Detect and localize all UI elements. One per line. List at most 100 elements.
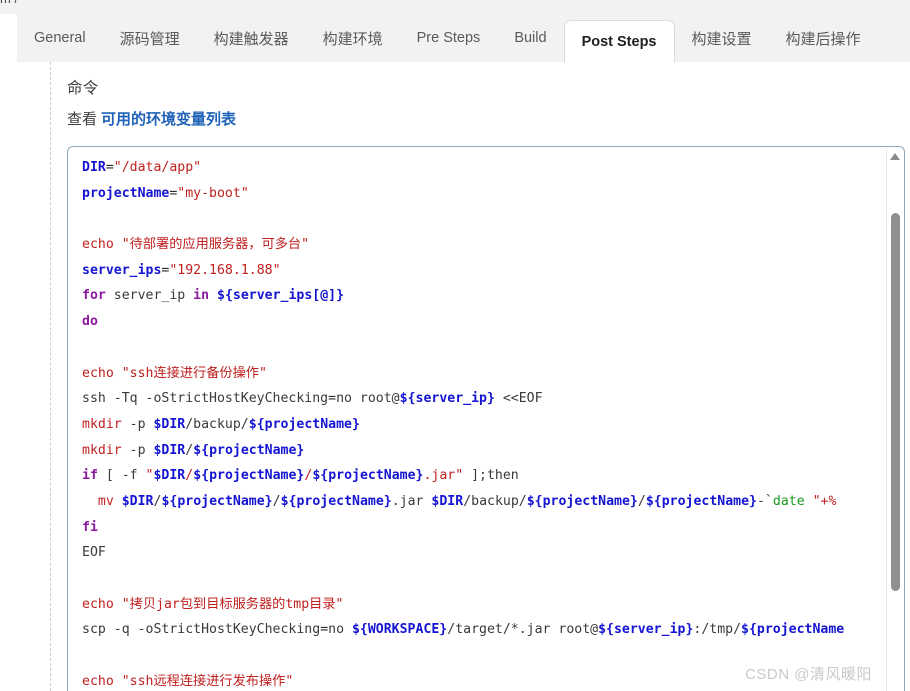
code-token-plain: -p [121, 442, 154, 458]
code-line: mv $DIR/${projectName}/${projectName}.ja… [82, 489, 888, 515]
tab-list: General 源码管理 构建触发器 构建环境 Pre Steps Build Post S… [17, 14, 878, 63]
jenkins-job-config-screen: m / General 源码管理 构建触发器 构建环境 Pre Steps Build Po… [0, 0, 910, 691]
tab-4[interactable]: Pre Steps [400, 14, 498, 62]
code-line: projectName="my-boot" [82, 181, 888, 207]
code-token-kw: if [82, 468, 98, 484]
code-token-var: ${projectName} [161, 493, 273, 509]
tab-2[interactable]: 构建触发器 [197, 14, 306, 62]
scrollbar-thumb[interactable] [891, 213, 900, 591]
code-token-var: ${WORKSPACE} [351, 622, 448, 638]
code-token-plain: ];then [463, 468, 519, 484]
code-line: mkdir -p $DIR/${projectName} [82, 438, 888, 464]
code-token-var: server_ips [82, 262, 162, 278]
code-token-plain: <<EOF [494, 391, 543, 407]
code-token-var: ${projectName} [193, 468, 305, 484]
code-token-op: = [320, 622, 329, 638]
code-token-cmd: echo [82, 237, 114, 253]
tab-label: Post Steps [581, 33, 657, 50]
command-form-section: 命令 查看 可用的环境变量列表 DIR="/data/app" projectNam… [67, 62, 910, 691]
tab-7[interactable]: 构建设置 [675, 14, 769, 62]
code-token-kw: in [193, 288, 210, 304]
code-token-plain: EOF [82, 545, 106, 561]
code-token-plain: / [185, 442, 194, 458]
help-prefix-text: 查看 [67, 111, 98, 128]
tab-label: Build [514, 30, 547, 46]
tab-0[interactable]: General [17, 14, 103, 62]
tab-active-6[interactable]: Post Steps [563, 20, 675, 63]
code-token-kw: do [82, 314, 98, 330]
code-token-var: ${projectName} [526, 493, 638, 509]
code-token-var: DIR [82, 160, 106, 175]
code-token-plain: no root@ [336, 391, 400, 407]
content-left-gutter [0, 62, 17, 691]
code-token-plain: /backup/ [463, 493, 527, 509]
code-line: scp -q -oStrictHostKeyChecking=no ${WORK… [82, 617, 888, 643]
code-token-plain: ssh -Tq -oStrictHostKeyChecking [82, 391, 329, 407]
code-token-var: projectName [82, 185, 170, 201]
tab-8[interactable]: 构建后操作 [769, 14, 878, 62]
code-token-plain: server_ip [105, 288, 194, 304]
tab-3[interactable]: 构建环境 [306, 14, 400, 62]
code-token-plain: -` [756, 493, 773, 509]
code-token-var: ${projectName} [248, 416, 360, 432]
code-line: do [82, 309, 888, 335]
code-line: EOF [82, 540, 888, 566]
code-line: DIR="/data/app" [82, 155, 888, 181]
code-token-plain: /target/*.jar root@ [447, 622, 599, 638]
code-token-plain: / [637, 493, 646, 509]
tab-label: 构建设置 [691, 30, 752, 48]
tab-label: 构建后操作 [785, 30, 861, 48]
code-token-str: "+% [812, 493, 837, 509]
code-token-var: ${projectName} [193, 442, 305, 458]
code-token-plain: [ -f [97, 468, 146, 484]
code-token-builtin: date [772, 493, 805, 509]
code-line: for server_ip in ${server_ips[@]} [82, 283, 888, 309]
config-content-panel: 命令 查看 可用的环境变量列表 DIR="/data/app" projectNam… [17, 62, 910, 691]
code-token-var: $DIR [153, 442, 186, 458]
code-token-cmd: echo [82, 673, 114, 689]
code-line: echo "ssh远程连接进行发布操作" [82, 669, 888, 691]
code-token-plain: scp -q -oStrictHostKeyChecking [82, 622, 321, 638]
breadcrumb[interactable]: m / [0, 0, 18, 6]
tab-5[interactable]: Build [497, 14, 563, 62]
code-token-var: $DIR [153, 468, 186, 484]
code-line: fi [82, 515, 888, 541]
tab-1[interactable]: 源码管理 [103, 14, 197, 62]
command-field-label: 命令 [67, 80, 99, 97]
code-token-cmd: echo [82, 365, 114, 381]
code-token-str: "ssh远程连接进行发布操作" [121, 673, 294, 689]
tab-bar-left-gutter [0, 14, 17, 62]
code-token-kw: fi [82, 519, 98, 535]
tab-label: Pre Steps [416, 30, 481, 46]
code-token-plain: .jar [391, 493, 432, 509]
code-token-str: "拷贝jar包到目标服务器的tmp目录" [121, 596, 344, 612]
command-code-editor[interactable]: DIR="/data/app" projectName="my-boot" ech… [67, 146, 905, 691]
tab-label: General [34, 30, 86, 46]
code-token-cmd: echo [82, 596, 114, 612]
code-token-op: = [105, 160, 114, 175]
code-editor-scrollbar[interactable] [886, 148, 903, 691]
available-env-vars-link[interactable]: 可用的环境变量列表 [101, 111, 236, 128]
code-token-str: "my-boot" [177, 185, 249, 201]
code-editor-viewport[interactable]: DIR="/data/app" projectName="my-boot" ech… [68, 147, 888, 691]
section-dashed-divider [50, 62, 51, 691]
code-token-str: "ssh连接进行备份操作" [121, 365, 267, 381]
code-line: echo "ssh连接进行备份操作" [82, 361, 888, 387]
scroll-up-arrow-icon[interactable] [890, 153, 900, 160]
code-token-var: ${server_ip} [598, 622, 694, 638]
code-token-var: $DIR [431, 493, 464, 509]
code-token-plain: -p [121, 416, 154, 432]
tab-label: 源码管理 [119, 30, 180, 48]
code-token-str: "/data/app" [113, 160, 202, 175]
